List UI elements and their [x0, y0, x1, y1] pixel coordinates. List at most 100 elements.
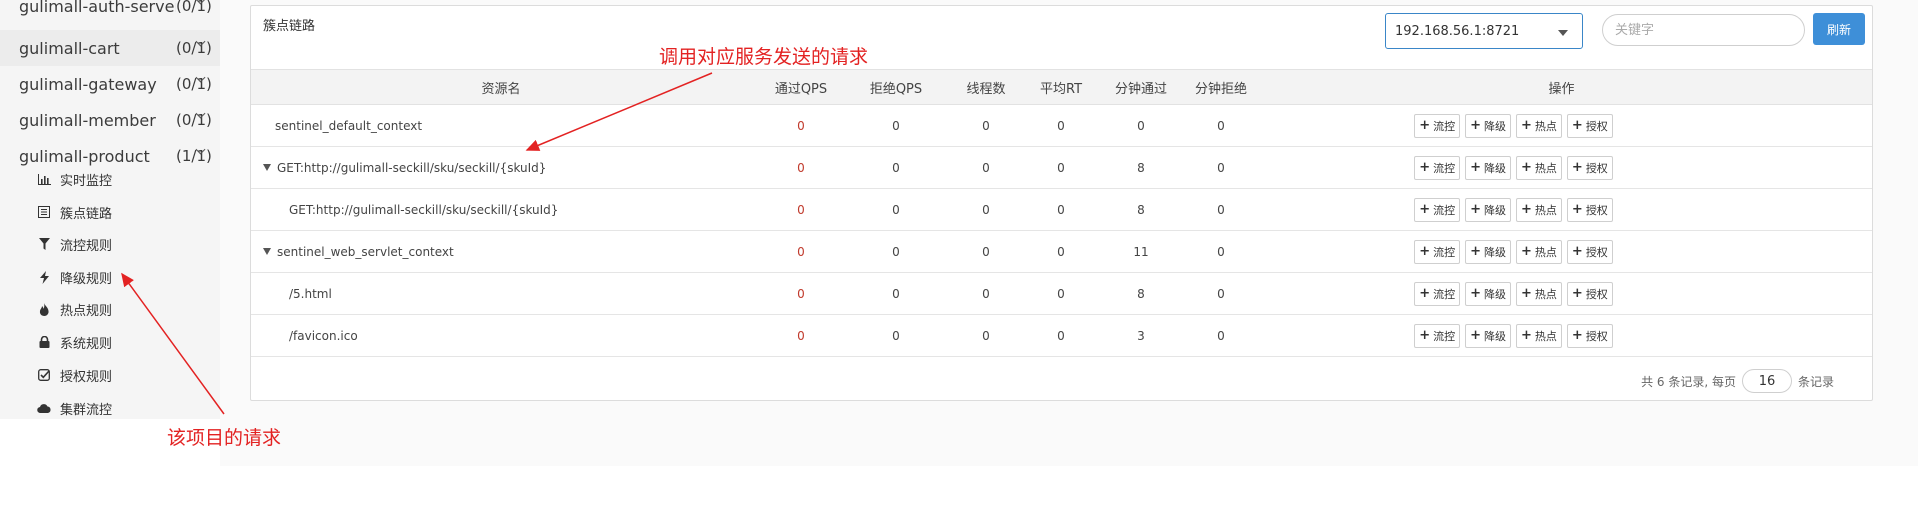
col-header-threads: 线程数: [941, 69, 1031, 105]
cell-threads: 0: [982, 202, 990, 217]
cell-resource: GET:http://gulimall-seckill/sku/seckill/…: [251, 147, 751, 189]
refresh-button[interactable]: 刷新: [1813, 13, 1865, 45]
action-button-auth[interactable]: + 授权: [1566, 197, 1613, 222]
degrade-label: 降级: [1484, 161, 1506, 175]
action-button-degrade[interactable]: + 降级: [1465, 113, 1511, 138]
action-button-hot[interactable]: + 热点: [1516, 323, 1562, 348]
action-button-auth[interactable]: + 授权: [1566, 281, 1613, 306]
menu-label: 授权规则: [60, 369, 113, 385]
action-button-hot[interactable]: + 热点: [1516, 197, 1562, 222]
col-header-pass-qps: 通过QPS: [751, 69, 851, 105]
cell-avg-rt: 0: [1057, 160, 1065, 175]
plus-icon: +: [1521, 118, 1532, 133]
resource-table: 资源名 通过QPS 拒绝QPS 线程数 平均RT 分钟通过 分钟拒绝 操作 se…: [251, 69, 1872, 357]
menu-item-hot-rules[interactable]: 热点规则: [0, 293, 220, 325]
action-button-hot[interactable]: + 热点: [1516, 281, 1562, 306]
cell-actions: + 流控 + 降级 + 热点 + 授权: [1251, 231, 1872, 273]
flow-label: 流控: [1433, 203, 1456, 217]
col-header-min-block: 分钟拒绝: [1191, 69, 1251, 105]
cell-actions: + 流控 + 降级 + 热点 + 授权: [1251, 105, 1872, 147]
cell-pass-qps: 0: [797, 244, 805, 259]
menu-item-degrade-rules[interactable]: 降级规则: [0, 261, 220, 293]
col-header-actions: 操作: [1251, 69, 1872, 105]
cell-resource: GET:http://gulimall-seckill/sku/seckill/…: [251, 189, 751, 231]
menu-label: 降级规则: [60, 271, 113, 287]
action-button-degrade[interactable]: + 降级: [1465, 197, 1511, 222]
action-button-hot[interactable]: + 热点: [1516, 155, 1562, 180]
action-button-degrade[interactable]: + 降级: [1465, 323, 1511, 348]
app-item-member[interactable]: gulimall-member (0/1): [0, 102, 220, 138]
cell-pass-qps: 0: [797, 202, 805, 217]
cell-block-qps: 0: [892, 286, 900, 301]
filter-icon: [37, 237, 51, 251]
action-button-auth[interactable]: + 授权: [1566, 323, 1613, 348]
menu-label: 实时监控: [60, 173, 113, 189]
app-name: gulimall-cart: [19, 38, 120, 58]
app-item-auth-server[interactable]: gulimall-auth-server (0/1): [0, 0, 220, 24]
cell-block-qps: 0: [892, 202, 900, 217]
plus-icon: +: [1521, 328, 1532, 343]
app-name: gulimall-auth-server: [19, 0, 176, 16]
action-button-auth[interactable]: + 授权: [1566, 239, 1613, 264]
menu-item-flow-rules[interactable]: 流控规则: [0, 228, 220, 260]
pager-suffix: 条记录: [1797, 374, 1834, 389]
action-button-flow[interactable]: + 流控: [1414, 155, 1461, 180]
cell-resource: /favicon.ico: [251, 315, 751, 357]
app-item-gateway[interactable]: gulimall-gateway (0/1): [0, 66, 220, 102]
hot-label: 热点: [1534, 287, 1557, 301]
app-item-cart[interactable]: gulimall-cart (0/1): [0, 30, 220, 66]
degrade-label: 降级: [1484, 119, 1506, 133]
menu-item-auth-rules[interactable]: 授权规则: [0, 359, 220, 391]
pagination: 共 6 条记录, 每页 16 条记录: [1641, 369, 1834, 393]
app-name: gulimall-gateway: [19, 74, 157, 94]
expand-triangle-icon[interactable]: [263, 247, 271, 255]
action-button-hot[interactable]: + 热点: [1516, 239, 1562, 264]
cell-block-qps: 0: [892, 328, 900, 343]
cell-avg-rt: 0: [1057, 118, 1065, 133]
col-header-avg-rt: 平均RT: [1031, 69, 1091, 105]
action-button-flow[interactable]: + 流控: [1414, 281, 1461, 306]
plus-icon: +: [1521, 286, 1532, 301]
cluster-link-panel: 簇点链路 192.168.56.1:8721 刷新 资源名 通过QPS 拒绝QP…: [250, 5, 1873, 401]
table-row: sentinel_default_context 0 0 0 0 0 0 + 流控 + 降级 + 热点 +…: [251, 105, 1872, 147]
machine-select[interactable]: 192.168.56.1:8721: [1385, 13, 1583, 49]
action-button-auth[interactable]: + 授权: [1566, 113, 1613, 138]
hot-label: 热点: [1534, 329, 1557, 343]
action-button-auth[interactable]: + 授权: [1566, 155, 1613, 180]
resource-name: GET:http://gulimall-seckill/sku/seckill/…: [289, 202, 559, 217]
action-button-degrade[interactable]: + 降级: [1465, 239, 1511, 264]
plus-icon: +: [1571, 202, 1583, 217]
action-button-degrade[interactable]: + 降级: [1465, 155, 1511, 180]
action-button-hot[interactable]: + 热点: [1516, 113, 1562, 138]
table-row: sentinel_web_servlet_context 0 0 0 0 11 0 + 流控 + 降…: [251, 231, 1872, 273]
cell-threads: 0: [982, 286, 990, 301]
action-button-flow[interactable]: + 流控: [1414, 197, 1461, 222]
table-row: /favicon.ico 0 0 0 0 3 0 + 流控 + 降级 + 热点 + 授权: [251, 315, 1872, 357]
menu-item-realtime-monitor[interactable]: 实时监控: [0, 163, 220, 195]
degrade-label: 降级: [1484, 287, 1506, 301]
menu-item-cluster-link[interactable]: 簇点链路: [0, 196, 220, 228]
keyword-search-input[interactable]: [1602, 14, 1805, 46]
machine-select-value: 192.168.56.1:8721: [1395, 23, 1520, 39]
plus-icon: +: [1521, 244, 1532, 259]
auth-label: 授权: [1585, 287, 1608, 301]
action-button-flow[interactable]: + 流控: [1414, 323, 1461, 348]
action-button-flow[interactable]: + 流控: [1414, 239, 1461, 264]
cell-avg-rt: 0: [1057, 328, 1065, 343]
plus-icon: +: [1470, 328, 1481, 343]
menu-label: 簇点链路: [60, 206, 113, 222]
plus-icon: +: [1470, 202, 1481, 217]
table-row: /5.html 0 0 0 0 8 0 + 流控 + 降级 + 热点 + 授权: [251, 273, 1872, 315]
action-button-flow[interactable]: + 流控: [1414, 113, 1461, 138]
fire-icon: [37, 302, 51, 316]
plus-icon: +: [1521, 160, 1532, 175]
expand-triangle-icon[interactable]: [263, 163, 271, 171]
plus-icon: +: [1521, 202, 1532, 217]
cell-actions: + 流控 + 降级 + 热点 + 授权: [1251, 189, 1872, 231]
page-size-input[interactable]: 16: [1741, 369, 1792, 393]
auth-label: 授权: [1585, 161, 1608, 175]
action-button-degrade[interactable]: + 降级: [1465, 281, 1511, 306]
menu-item-system-rules[interactable]: 系统规则: [0, 326, 220, 358]
menu-item-cluster-flow[interactable]: 集群流控: [0, 392, 220, 424]
menu-label: 集群流控: [60, 402, 113, 418]
